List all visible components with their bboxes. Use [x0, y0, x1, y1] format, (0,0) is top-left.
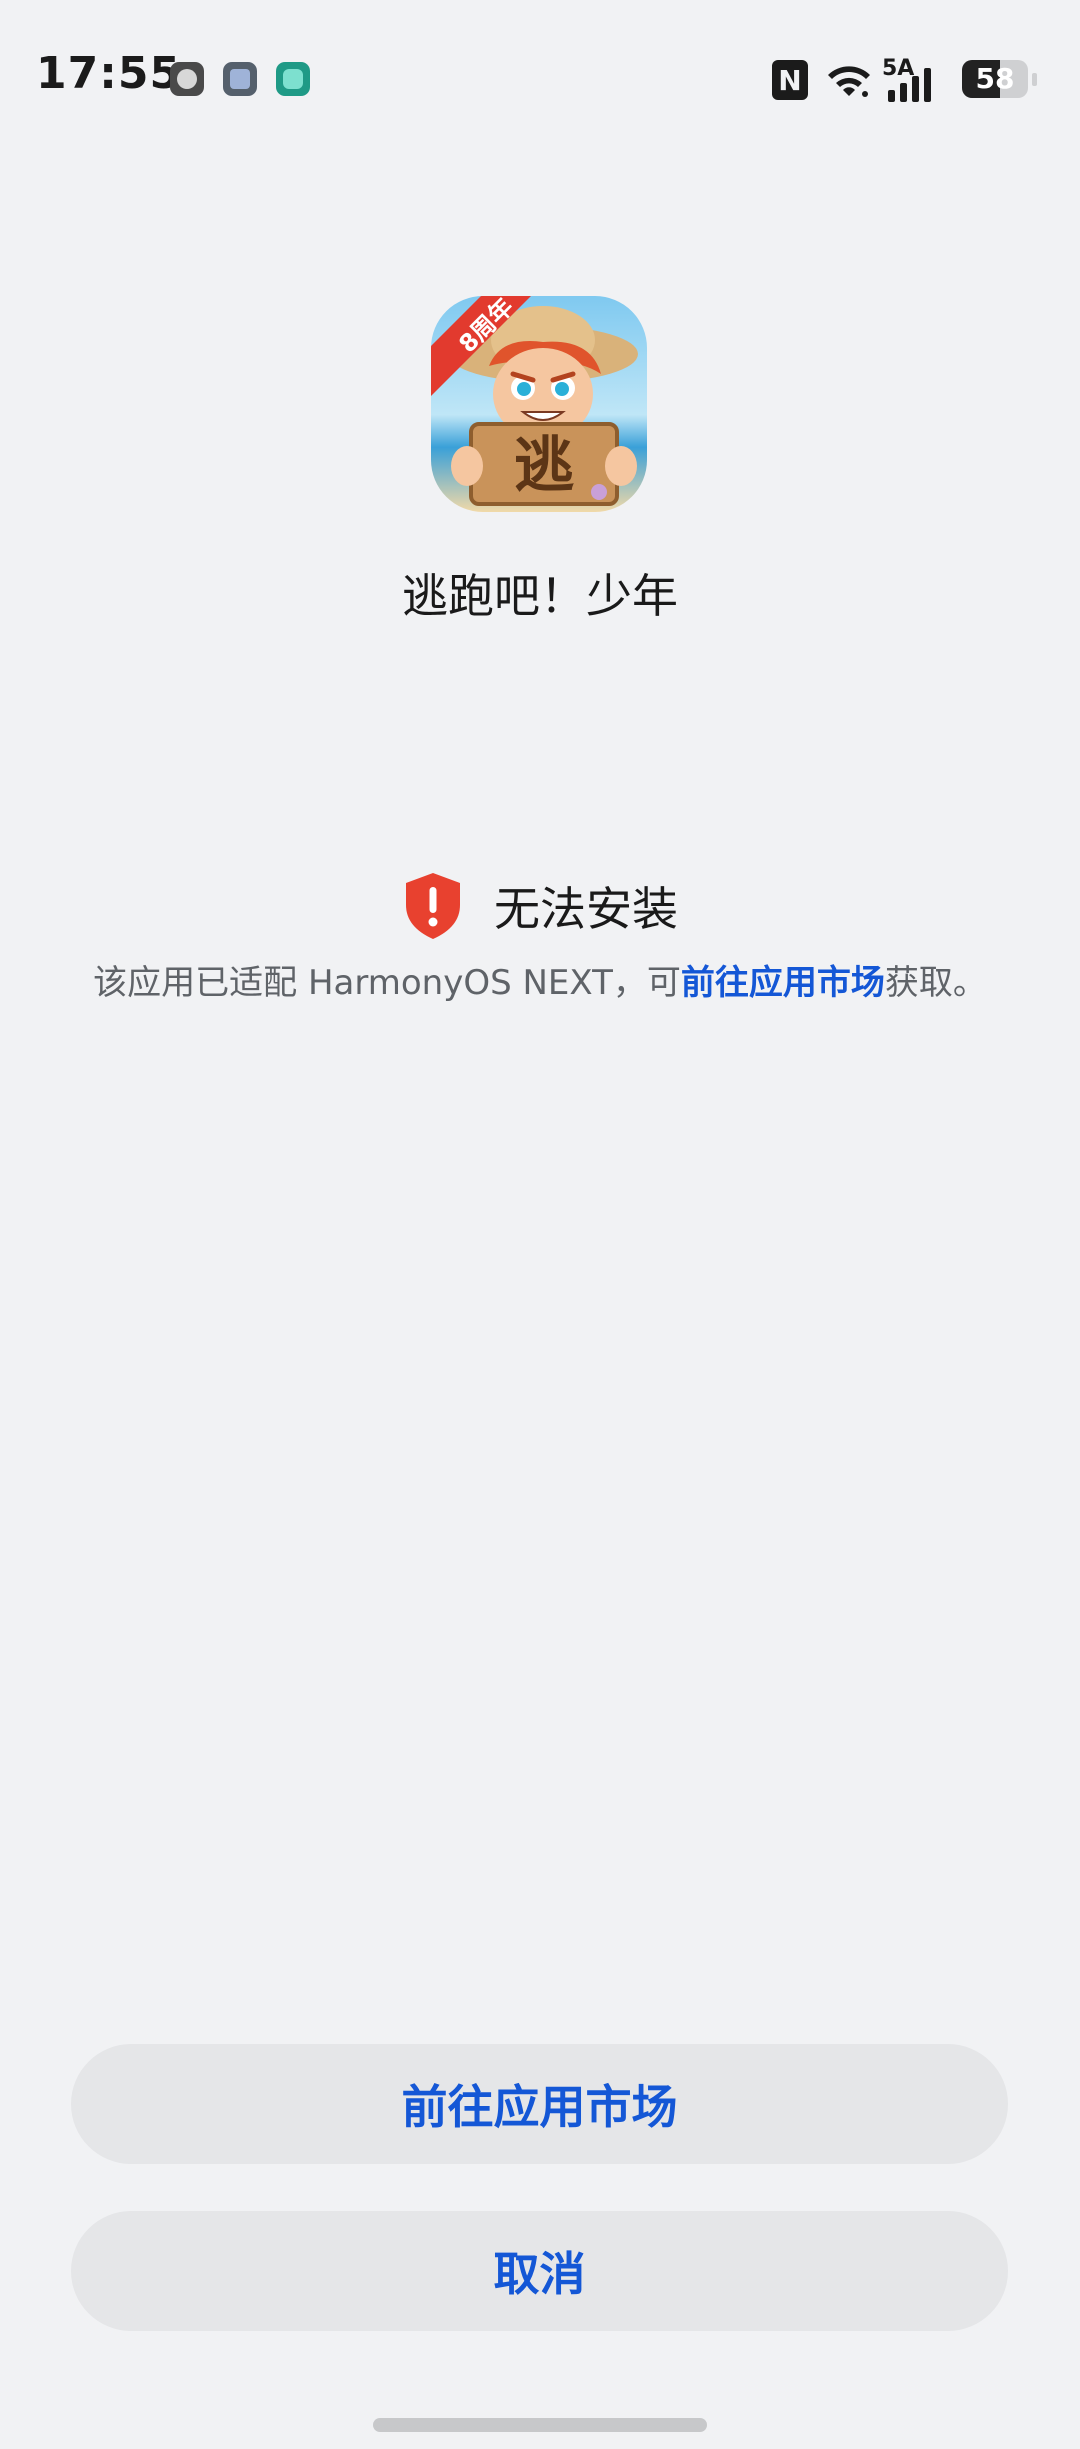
tap-app-icon	[276, 62, 310, 96]
chat-app-icon	[223, 62, 257, 96]
app-icon: 逃 8周年	[431, 296, 647, 512]
warning-desc-prefix: 该应用已适配 HarmonyOS NEXT，可	[93, 963, 681, 1003]
shield-warning-icon	[406, 873, 460, 939]
wifi-icon	[828, 66, 870, 97]
cancel-label: 取消	[493, 2247, 586, 2301]
cancel-button[interactable]: 取消	[71, 2211, 1008, 2331]
install-warning: 无法安装	[0, 870, 1080, 942]
status-bar: 17:55 N 5A 58	[0, 0, 1080, 160]
warning-desc-suffix: 获取。	[884, 963, 987, 1003]
warning-title: 无法安装	[494, 882, 678, 936]
app-market-link[interactable]: 前往应用市场	[681, 963, 885, 1003]
battery-icon: 58	[962, 60, 1028, 98]
home-indicator[interactable]	[373, 2418, 707, 2432]
go-to-app-market-button[interactable]: 前往应用市场	[71, 2044, 1008, 2164]
nfc-icon: N	[772, 60, 808, 100]
signal-strength-icon	[888, 68, 931, 102]
go-to-app-market-label: 前往应用市场	[401, 2080, 678, 2134]
battery-level: 58	[975, 62, 1015, 95]
contact-avatar-icon	[170, 62, 204, 96]
status-time: 17:55	[36, 48, 182, 99]
status-indicators: N 5A 58	[772, 56, 1042, 104]
app-name: 逃跑吧！少年	[402, 569, 678, 623]
battery-tip	[1032, 73, 1037, 86]
svg-text:逃: 逃	[514, 431, 574, 501]
warning-description: 该应用已适配 HarmonyOS NEXT，可前往应用市场获取。	[0, 955, 1080, 1004]
